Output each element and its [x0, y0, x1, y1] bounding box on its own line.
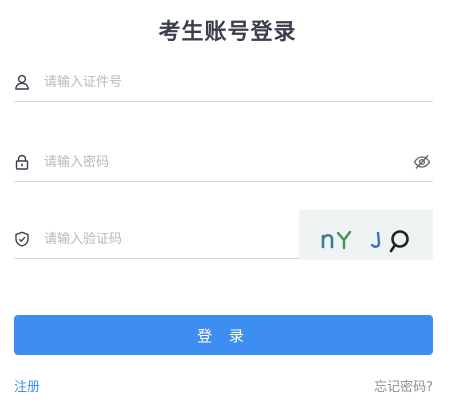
page-title: 考生账号登录: [158, 20, 297, 45]
register-link[interactable]: 注册: [14, 376, 40, 395]
user-icon: [14, 74, 30, 90]
captcha-image[interactable]: [299, 210, 433, 260]
eye-off-icon[interactable]: [413, 154, 431, 170]
captcha-field: [14, 210, 433, 260]
shield-icon: [14, 231, 30, 247]
forgot-password-link[interactable]: 忘记密码?: [374, 376, 433, 395]
captcha-input[interactable]: [44, 222, 294, 256]
password-field: [14, 145, 433, 182]
lock-icon: [14, 154, 30, 170]
password-input[interactable]: [44, 145, 344, 179]
id-number-input[interactable]: [44, 65, 344, 99]
id-number-field: [14, 65, 433, 102]
login-button[interactable]: 登 录: [14, 315, 433, 355]
